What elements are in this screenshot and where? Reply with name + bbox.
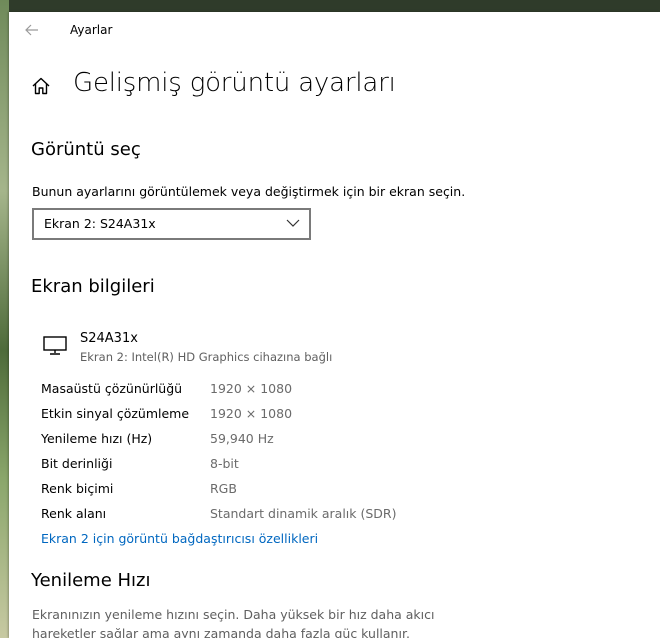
info-row-desktop-resolution: Masaüstü çözünürlüğü 1920 × 1080 [41,381,461,399]
title-bar: Ayarlar [9,12,660,48]
info-label: Masaüstü çözünürlüğü [41,381,183,396]
settings-window: Ayarlar Gelişmiş görüntü ayarları Görünt… [9,12,660,638]
info-label: Bit derinliği [41,456,113,471]
refresh-rate-heading: Yenileme Hızı [31,570,151,591]
info-row-color-format: Renk biçimi RGB [41,481,461,499]
info-value: 1920 × 1080 [210,406,293,421]
info-value: 8-bit [210,456,239,471]
info-value: 1920 × 1080 [210,381,293,396]
info-label: Etkin sinyal çözümleme [41,406,190,421]
info-row-bit-depth: Bit derinliği 8-bit [41,456,461,474]
home-icon[interactable] [31,76,51,96]
info-value: RGB [210,481,237,496]
display-dropdown-value: Ekran 2: S24A31x [44,216,156,231]
info-row-refresh-rate: Yenileme hızı (Hz) 59,940 Hz [41,431,461,449]
page-title: Gelişmiş görüntü ayarları [73,68,396,98]
arrow-left-icon [25,24,38,36]
adapter-properties-link[interactable]: Ekran 2 için görüntü bağdaştırıcısı özel… [41,531,318,546]
info-value: Standart dinamik aralık (SDR) [210,506,397,521]
app-title: Ayarlar [70,23,113,37]
display-info-heading: Ekran bilgileri [31,276,155,297]
monitor-name: S24A31x [80,331,138,346]
refresh-rate-description: Ekranınızın yenileme hızını seçin. Daha … [32,607,435,638]
select-display-heading: Görüntü seç [31,139,141,160]
chevron-down-icon [286,219,300,227]
info-label: Renk biçimi [41,481,114,496]
info-label: Renk alanı [41,506,107,521]
monitor-connection: Ekran 2: Intel(R) HD Graphics cihazına b… [80,350,333,364]
back-button[interactable] [19,18,45,42]
monitor-icon [43,336,67,355]
info-row-color-space: Renk alanı Standart dinamik aralık (SDR) [41,506,461,524]
desktop-background [0,0,9,638]
select-display-description: Bunun ayarlarını görüntülemek veya değiş… [32,184,466,199]
display-dropdown[interactable]: Ekran 2: S24A31x [32,208,311,240]
info-row-active-signal: Etkin sinyal çözümleme 1920 × 1080 [41,406,461,424]
info-label: Yenileme hızı (Hz) [41,431,153,446]
info-value: 59,940 Hz [210,431,274,446]
